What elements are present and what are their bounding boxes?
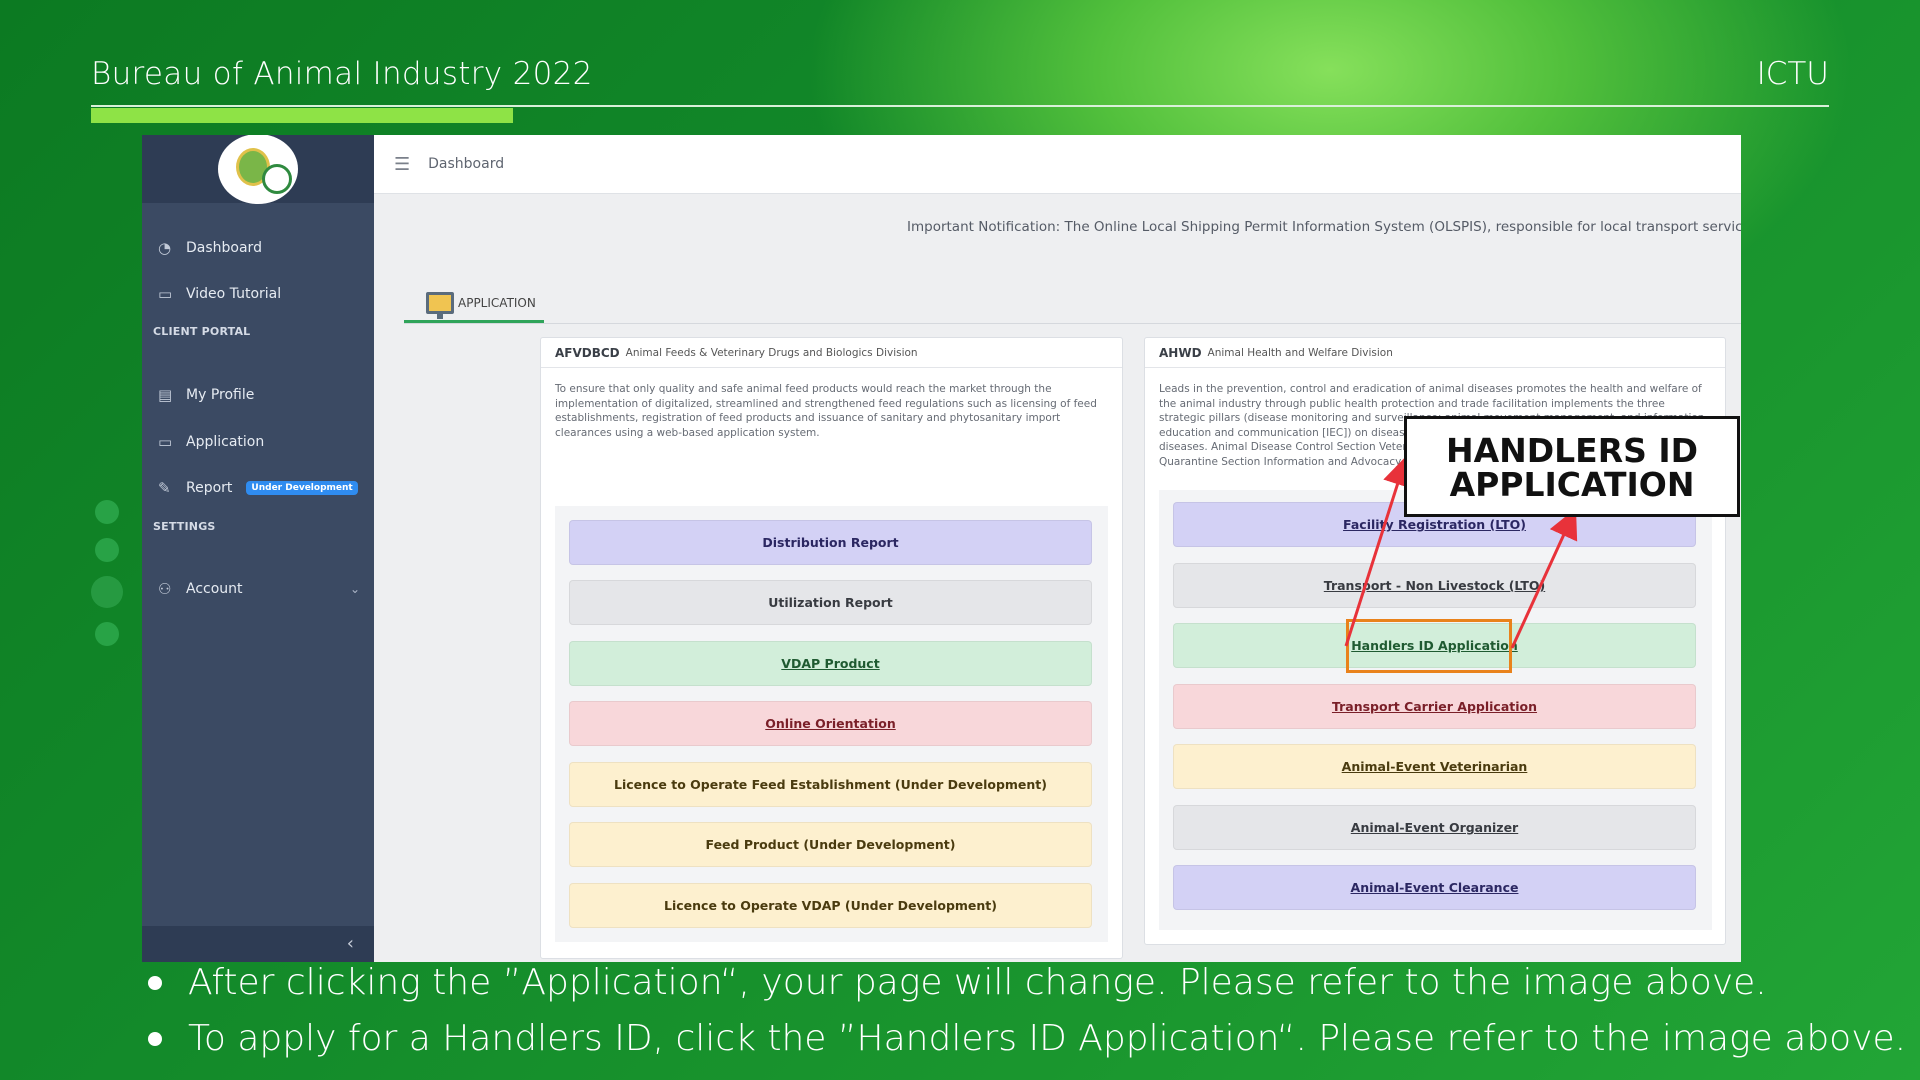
bullet-item: To apply for a Handlers ID, click the ”H…: [148, 1018, 1906, 1059]
instruction-bullets: After clicking the ”Application“, your p…: [148, 962, 1906, 1074]
callout-line-2: APPLICATION: [1449, 465, 1695, 504]
callout-line-1: HANDLERS ID: [1445, 431, 1699, 470]
handlers-id-callout: HANDLERS ID APPLICATION: [1404, 416, 1740, 517]
bullet-item: After clicking the ”Application“, your p…: [148, 962, 1906, 1003]
bullet-dot: [148, 1031, 162, 1046]
bullet-text: After clicking the ”Application“, your p…: [188, 962, 1767, 1003]
arrow-right: [1510, 508, 1578, 649]
bullet-text: To apply for a Handlers ID, click the ”H…: [188, 1018, 1907, 1059]
arrow-left: [1344, 455, 1412, 647]
bullet-dot: [148, 975, 162, 990]
annotation-arrows: [1344, 455, 1578, 649]
